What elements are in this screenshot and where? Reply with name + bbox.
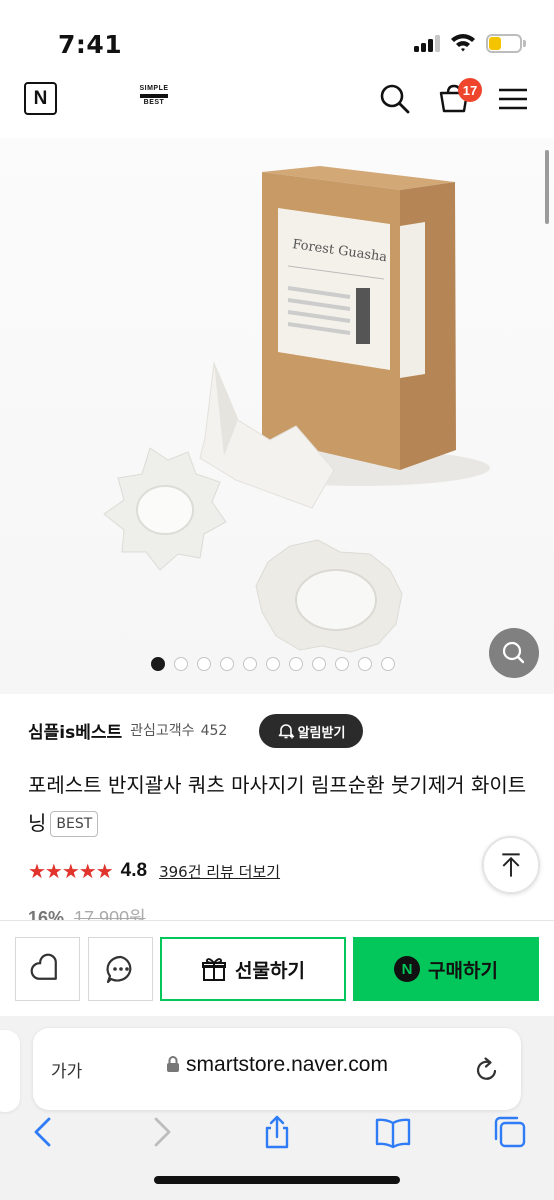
- lock-icon: [167, 1056, 180, 1072]
- reload-icon[interactable]: [473, 1054, 501, 1084]
- brand-logo-bottom: BEST: [143, 99, 165, 106]
- address-bar[interactable]: 가가 smartstore.naver.com: [33, 1028, 521, 1110]
- rating-row: ★★★★★ 4.8 396건 리뷰 더보기: [28, 856, 280, 886]
- gift-icon: [202, 958, 227, 981]
- status-time: 7:41: [58, 30, 123, 59]
- url-display[interactable]: smartstore.naver.com: [33, 1053, 521, 1077]
- url-text: smartstore.naver.com: [186, 1053, 388, 1076]
- gift-label: 선물하기: [235, 959, 305, 982]
- inquiry-button[interactable]: [88, 937, 153, 1001]
- pagination-dot[interactable]: [174, 657, 188, 671]
- followers-info: 관심고객수 452: [130, 720, 227, 740]
- brand-logo-top: SIMPLE: [139, 85, 169, 92]
- pagination-dot[interactable]: [381, 657, 395, 671]
- notify-button[interactable]: 알림받기: [259, 714, 363, 748]
- pagination-dot[interactable]: [335, 657, 349, 671]
- site-header: N SIMPLE BEST 17: [0, 70, 554, 132]
- naver-pay-icon: N: [394, 956, 421, 982]
- rating-stars: ★★★★★: [28, 859, 114, 883]
- pagination-dot[interactable]: [266, 657, 280, 671]
- review-link[interactable]: 396건 리뷰 더보기: [159, 861, 280, 882]
- image-pagination: [151, 657, 395, 671]
- product-title-text: 포레스트 반지괄사 쿼츠 마사지기 림프순환 붓기제거 화이트닝: [28, 773, 527, 835]
- buy-label: 구매하기: [428, 959, 498, 982]
- home-indicator: [154, 1176, 400, 1184]
- pagination-dot[interactable]: [358, 657, 372, 671]
- pagination-dot[interactable]: [220, 657, 234, 671]
- wishlist-button[interactable]: [15, 937, 80, 1001]
- bell-plus-icon: [278, 724, 294, 739]
- heart-icon: [30, 953, 57, 980]
- pagination-dot[interactable]: [312, 657, 326, 671]
- pagination-dot[interactable]: [289, 657, 303, 671]
- naver-logo-button[interactable]: N: [24, 82, 57, 115]
- best-tag: BEST: [50, 811, 99, 837]
- zoom-icon[interactable]: [489, 628, 539, 678]
- chat-bubble-icon: [106, 955, 132, 984]
- bookmarks-icon[interactable]: [375, 1114, 411, 1150]
- tabs-icon[interactable]: [492, 1114, 528, 1150]
- followers-count: 452: [200, 723, 228, 739]
- product-title: 포레스트 반지괄사 쿼츠 마사지기 림프순환 붓기제거 화이트닝 BEST: [28, 766, 528, 842]
- gift-button[interactable]: 선물하기: [160, 937, 346, 1001]
- pagination-dot[interactable]: [151, 657, 165, 671]
- back-icon[interactable]: [25, 1114, 61, 1150]
- pagination-dot[interactable]: [243, 657, 257, 671]
- cart-count-badge: 17: [458, 78, 482, 102]
- rating-value: 4.8: [120, 860, 148, 881]
- status-bar: 7:41: [0, 0, 554, 70]
- page-scrollbar[interactable]: [545, 150, 549, 224]
- share-icon[interactable]: [259, 1114, 295, 1150]
- store-info: 심플is베스트 관심고객수 452: [28, 712, 227, 748]
- cellular-signal-icon: [414, 34, 444, 52]
- followers-label: 관심고객수: [130, 723, 195, 739]
- buy-button[interactable]: N 구매하기: [353, 937, 539, 1001]
- search-icon[interactable]: [378, 82, 412, 116]
- notify-label: 알림받기: [297, 725, 346, 741]
- wifi-icon: [451, 34, 475, 52]
- product-photo: Forest Guasha: [103, 166, 490, 653]
- previous-tab-edge[interactable]: [0, 1030, 20, 1112]
- brand-logo[interactable]: SIMPLE BEST: [132, 85, 176, 107]
- menu-icon[interactable]: [496, 82, 530, 116]
- store-name-link[interactable]: 심플is베스트: [28, 718, 122, 743]
- pagination-dot[interactable]: [197, 657, 211, 671]
- purchase-action-bar: 선물하기 N 구매하기: [0, 920, 554, 1016]
- scroll-to-top-icon[interactable]: [482, 836, 540, 894]
- browser-toolbar: 가가 smartstore.naver.com: [0, 1016, 554, 1200]
- battery-icon: [486, 34, 526, 53]
- forward-icon[interactable]: [144, 1114, 180, 1150]
- product-image[interactable]: Forest Guasha: [0, 138, 554, 694]
